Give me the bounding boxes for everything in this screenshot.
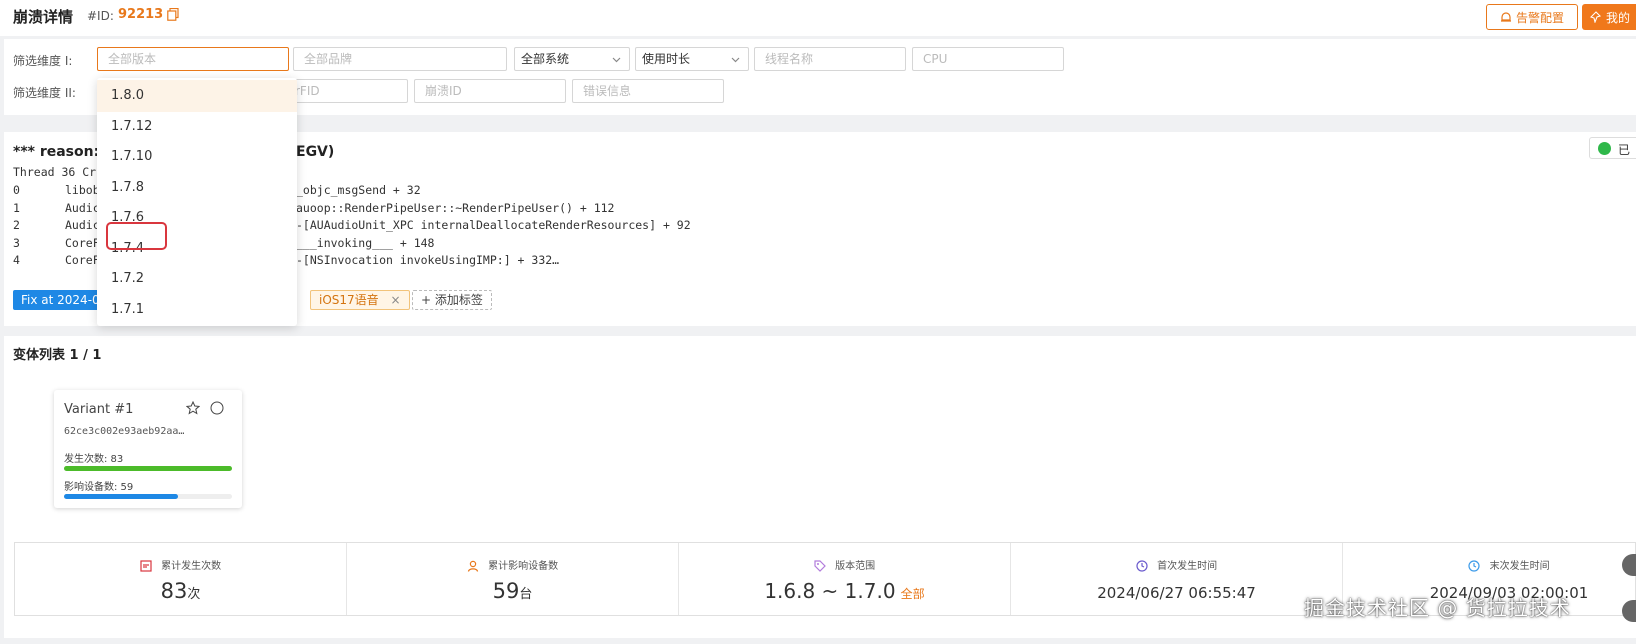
frame-library: libob <box>65 183 100 197</box>
devices-bar-fill <box>64 494 179 499</box>
frame-index: 2 <box>13 218 20 232</box>
ios17-tag[interactable]: iOS17语音 × <box>310 290 410 310</box>
brand-select[interactable]: 全部品牌 <box>293 47 507 71</box>
add-tag-button[interactable]: + 添加标签 <box>412 290 492 310</box>
variant-devices: 影响设备数: 59 <box>64 482 134 493</box>
stat-devices-unit: 台 <box>519 587 533 602</box>
stat-version-label: 版本范围 <box>835 561 876 572</box>
filter-row1-label: 筛选维度 I: <box>13 54 73 68</box>
duration-select[interactable]: 使用时长 <box>635 47 749 71</box>
stat-first-value: 2024/06/27 06:55:47 <box>1097 584 1256 602</box>
close-icon[interactable]: × <box>391 293 401 307</box>
version-option[interactable]: 1.7.8 <box>97 172 297 204</box>
add-tag-label: 添加标签 <box>434 293 483 307</box>
star-icon[interactable] <box>186 401 200 415</box>
stat-total-count-unit: 次 <box>187 587 201 602</box>
clock-icon <box>1136 560 1148 572</box>
frame-index: 1 <box>13 200 20 215</box>
duration-select-value: 使用时长 <box>642 52 691 66</box>
variants-title: 变体列表 1 / 1 <box>13 348 102 363</box>
alert-config-button[interactable]: 告警配置 <box>1486 4 1578 30</box>
variant-occurrences: 发生次数: 83 <box>64 454 124 465</box>
stat-version-range: 版本范围 1.6.8 ~ 1.7.0 全部 <box>679 543 1011 615</box>
tag-icon <box>814 560 826 572</box>
stat-first-label: 首次发生时间 <box>1157 561 1218 572</box>
frame-index: 3 <box>13 235 20 250</box>
mine-label: 我的 <box>1606 10 1631 25</box>
fix-tag[interactable]: Fix at 2024-0 <box>13 290 108 310</box>
version-all-link[interactable]: 全部 <box>901 587 925 601</box>
devices-bar <box>64 494 232 499</box>
frame-library: Audic <box>65 200 100 215</box>
reason-title-tail: EGV) <box>296 144 335 160</box>
frame-symbol: -[AUAudioUnit_XPC internalDeallocateRend… <box>296 218 691 232</box>
check-circle-icon <box>1598 142 1611 155</box>
version-option[interactable]: 1.7.2 <box>97 263 297 295</box>
chart-icon <box>140 560 152 572</box>
frame-index: 4 <box>13 253 20 267</box>
frame-library: Audic <box>65 218 100 232</box>
version-dropdown: 1.8.0 1.7.12 1.7.10 1.7.8 1.7.6 1.7.4 1.7.2 1.7… <box>97 78 297 326</box>
frame-symbol: _objc_msgSend + 32 <box>296 183 421 197</box>
variant-hash: 62ce3c002e93aeb92aa… <box>64 426 185 437</box>
status-label: 已 <box>1618 143 1631 157</box>
version-option[interactable]: 1.7.10 <box>97 141 297 173</box>
stat-devices-value: 59 <box>492 579 520 603</box>
version-option[interactable]: 1.8.0 <box>97 80 297 112</box>
copy-icon[interactable] <box>167 8 179 21</box>
chevron-down-icon <box>612 57 621 63</box>
stat-first-time: 首次发生时间 2024/06/27 06:55:47 <box>1011 543 1343 615</box>
clock-icon <box>1468 560 1481 572</box>
status-button[interactable]: 已 <box>1589 137 1636 159</box>
frame-library: CoreF <box>65 253 100 267</box>
highlight-box <box>106 222 167 250</box>
user-icon <box>467 560 479 572</box>
occurrences-bar-fill <box>64 466 232 471</box>
top-bar: 崩溃详情 #ID: 92213 告警配置 我的 <box>0 0 1636 36</box>
radio-icon[interactable] <box>210 401 224 415</box>
crash-id-value: 92213 <box>118 7 164 22</box>
variant-name: Variant #1 <box>64 402 134 417</box>
pin-icon <box>1590 11 1602 23</box>
version-select[interactable]: 全部版本 <box>97 47 289 71</box>
system-select[interactable]: 全部系统 <box>514 47 630 71</box>
page-title: 崩溃详情 <box>13 8 74 26</box>
occurrences-bar <box>64 466 232 471</box>
crash-id-input[interactable]: 崩溃ID <box>414 79 566 103</box>
error-message-input[interactable]: 错误信息 <box>572 79 724 103</box>
frame-symbol: ___invoking___ + 148 <box>296 235 435 250</box>
chevron-down-icon <box>731 57 740 63</box>
variant-card[interactable]: Variant #1 62ce3c002e93aeb92aa… 发生次数: 83… <box>54 390 242 508</box>
stat-last-label: 末次发生时间 <box>1489 561 1550 572</box>
stat-devices-label: 累计影响设备数 <box>488 561 559 572</box>
thread-header: Thread 36 Cr <box>13 165 97 179</box>
stat-total-count-value: 83 <box>160 579 188 603</box>
stat-devices: 累计影响设备数 59台 <box>347 543 679 615</box>
frame-symbol: -[NSInvocation invokeUsingIMP:] + 332… <box>296 253 560 267</box>
reason-title: *** reason: <box>13 144 100 160</box>
stat-total-count-label: 累计发生次数 <box>161 561 222 572</box>
thread-name-input[interactable]: 线程名称 <box>754 47 906 71</box>
cpu-input[interactable]: CPU <box>912 47 1064 71</box>
frame-index: 0 <box>13 183 20 197</box>
alert-config-label: 告警配置 <box>1515 10 1564 25</box>
filter-row2-label: 筛选维度 II: <box>13 86 76 100</box>
bell-icon <box>1500 12 1511 22</box>
stat-version-value: 1.6.8 ~ 1.7.0 <box>764 579 896 603</box>
frame-symbol: auoop::RenderPipeUser::~RenderPipeUser()… <box>296 200 615 215</box>
ios17-tag-label: iOS17语音 <box>319 293 379 307</box>
watermark: 掘金技术社区 @ 货拉拉技术 <box>1304 596 1571 620</box>
version-option[interactable]: 1.7.1 <box>97 294 297 326</box>
version-option[interactable]: 1.7.12 <box>97 111 297 143</box>
mine-button[interactable]: 我的 <box>1582 4 1636 30</box>
plus-icon: + <box>421 293 432 307</box>
stat-total-count: 累计发生次数 83次 <box>15 543 347 615</box>
frame-library: CoreF <box>65 235 100 250</box>
id-label: #ID: <box>87 9 114 23</box>
system-select-value: 全部系统 <box>521 52 570 66</box>
